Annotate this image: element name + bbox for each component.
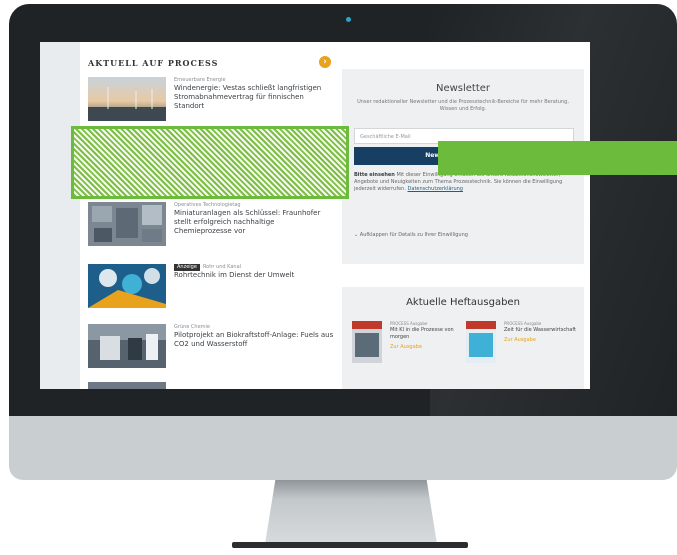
article-thumbnail [88, 77, 166, 121]
article-kicker: Erneuerbare Energie [174, 77, 226, 83]
consent-toggle[interactable]: ⌄ Aufklappen für Details zu Ihrer Einwil… [354, 232, 576, 238]
newsletter-title: Newsletter [435, 83, 491, 94]
monitor-stand [265, 480, 437, 544]
newsletter-legal-text: Bitte einsehen Mit dieser Einwilligung e… [354, 172, 576, 193]
issue-headline: Zeit für die Wasserwirtschaft [504, 327, 576, 333]
section-title: AKTUELL AUF PROCESS [88, 58, 219, 68]
article-item[interactable]: Erneuerbare Energie Windenergie: Vestas … [88, 77, 333, 121]
legal-bold: einsehen [369, 172, 395, 178]
article-headline[interactable]: Windenergie: Vestas schließt langfristig… [174, 84, 334, 111]
article-thumbnail [88, 202, 166, 246]
highlight-bar [438, 141, 677, 175]
issue-link[interactable]: Zur Ausgabe [390, 344, 462, 351]
consent-toggle-label: Aufklappen für Details zu Ihrer Einwilli… [359, 232, 468, 238]
highlight-hatched-area [71, 126, 349, 199]
monitor-foot [232, 542, 468, 548]
article-item[interactable]: Grüne Chemie Pilotprojekt an Biokraftsto… [88, 324, 333, 368]
article-thumbnail [88, 264, 166, 308]
article-headline[interactable]: Miniaturanlagen als Schlüssel: Fraunhofe… [174, 209, 334, 236]
issues-box: Aktuelle Heftausgaben PROCESS Ausgabe Mi… [342, 287, 584, 389]
article-headline[interactable]: Pilotprojekt an Biokraftstoff-Anlage: Fu… [174, 331, 334, 349]
issues-title: Aktuelle Heftausgaben [406, 297, 520, 308]
webcam-icon [346, 17, 351, 22]
issue-headline: Mit KI in die Prozesse von morgen [390, 327, 454, 340]
legal-lead: Bitte [354, 172, 368, 178]
article-headline[interactable]: Rohrtechnik im Dienst der Umwelt [174, 271, 334, 280]
arrow-right-icon[interactable]: › [319, 56, 331, 68]
article-thumbnail [88, 382, 166, 389]
chevron-down-icon: ⌄ [354, 232, 359, 238]
sponsored-tag: Anzeige [174, 264, 200, 271]
issue-cover [352, 321, 382, 363]
monitor-illustration: AKTUELL AUF PROCESS › Erneuerbare Energi… [0, 0, 677, 555]
article-item[interactable]: Anzeige Rohr und Kanal Rohrtechnik im Die… [88, 264, 333, 308]
newsletter-description: Unser redaktioneller Newsletter und die … [357, 99, 569, 112]
article-kicker: Operatives Technologietag [174, 202, 241, 208]
article-kicker: Rohr und Kanal [202, 264, 242, 270]
article-item[interactable] [88, 382, 333, 389]
article-kicker: Grüne Chemie [174, 324, 211, 330]
article-item[interactable]: Operatives Technologietag Miniaturanlage… [88, 202, 333, 246]
issue-cover [466, 321, 496, 363]
issue-link[interactable]: Zur Ausgabe [504, 337, 576, 344]
article-thumbnail [88, 324, 166, 368]
privacy-link[interactable]: Datenschutzerklärung [408, 186, 463, 192]
page-viewport: AKTUELL AUF PROCESS › Erneuerbare Energi… [40, 42, 590, 389]
monitor-chin [9, 416, 677, 480]
